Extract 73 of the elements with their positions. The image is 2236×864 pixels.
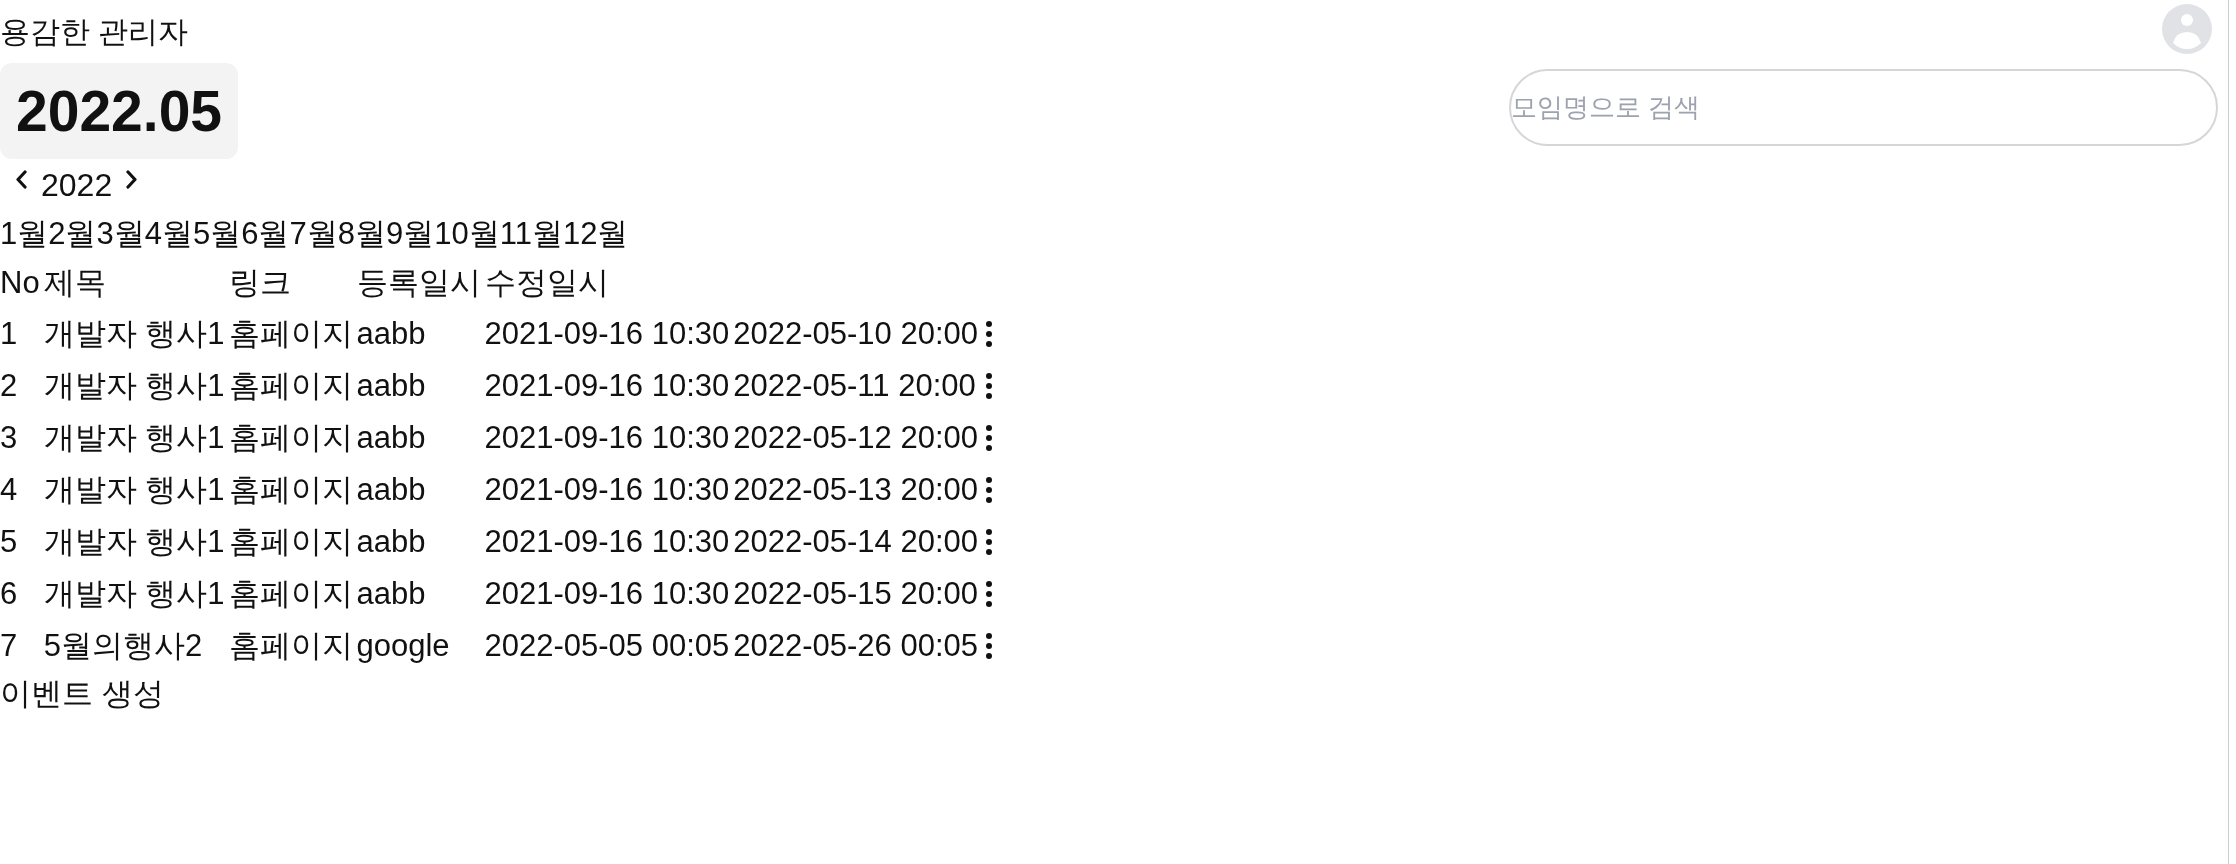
- table-cell-text: 2022-05-13 20:00: [733, 471, 979, 509]
- table-cell-text: 개발자 행사1: [43, 419, 225, 457]
- month-tab[interactable]: 8월: [337, 214, 386, 254]
- table-cell-text: 홈페이지: [228, 367, 353, 405]
- table-cell-text: 2022-05-12 20:00: [733, 419, 979, 457]
- table-cell-text: 5월의행사2: [43, 627, 203, 665]
- more-options-icon[interactable]: [986, 477, 993, 503]
- table-cell-text: 개발자 행사1: [43, 315, 225, 353]
- table-cell-text: 2022-05-11 20:00: [733, 367, 976, 405]
- table-cell-text: aabb: [356, 419, 426, 457]
- table-cell-text: 2022-05-05 00:05: [484, 627, 730, 665]
- month-tab[interactable]: 3월: [96, 214, 145, 254]
- table-cell-text: 홈페이지: [228, 471, 353, 509]
- column-header: No: [0, 263, 40, 302]
- table-cell-text: 6: [0, 575, 18, 613]
- month-tab[interactable]: 6월: [241, 214, 290, 254]
- table-cell-text: 2021-09-16 10:30: [484, 367, 730, 405]
- admin-name: 용감한 관리자: [0, 14, 189, 50]
- table-cell-text: 홈페이지: [228, 523, 353, 561]
- month-tab[interactable]: 11월: [499, 214, 563, 254]
- month-tab[interactable]: 5월: [193, 214, 242, 254]
- table-cell-text: 홈페이지: [228, 627, 353, 665]
- table-cell-text: 2022-05-10 20:00: [733, 315, 979, 353]
- chevron-right-icon[interactable]: [125, 170, 140, 189]
- more-options-icon[interactable]: [986, 529, 993, 555]
- table-cell-text: aabb: [356, 575, 426, 613]
- more-options-icon[interactable]: [986, 633, 993, 659]
- table-cell-text: 개발자 행사1: [43, 471, 225, 509]
- table-cell-text: 2021-09-16 10:30: [484, 575, 730, 613]
- table-cell-text: 4: [0, 471, 18, 509]
- table-cell-text: 개발자 행사1: [43, 367, 225, 405]
- month-tab[interactable]: 4월: [144, 214, 193, 254]
- month-tab[interactable]: 12월: [562, 214, 629, 254]
- table-cell-text: aabb: [356, 523, 426, 561]
- year-label: 2022: [41, 166, 113, 205]
- column-header: 제목: [43, 263, 106, 302]
- table-cell-text: 7: [0, 627, 18, 665]
- month-tab[interactable]: 7월: [289, 214, 338, 254]
- more-options-icon[interactable]: [986, 373, 993, 399]
- month-tab[interactable]: 2월: [48, 214, 97, 254]
- table-cell-text: 개발자 행사1: [43, 523, 225, 561]
- table-cell-text: 5: [0, 523, 18, 561]
- more-options-icon[interactable]: [986, 581, 993, 607]
- table-cell-text: 3: [0, 419, 18, 457]
- table-cell-text: 2021-09-16 10:30: [484, 315, 730, 353]
- month-tab[interactable]: 1월: [0, 214, 49, 254]
- table-cell-text: 2: [0, 367, 18, 405]
- table-cell-text: 2021-09-16 10:30: [484, 523, 730, 561]
- search-field[interactable]: 모임명으로 검색: [1509, 69, 2218, 146]
- more-options-icon[interactable]: [986, 321, 993, 347]
- create-event-button[interactable]: 이벤트 생성: [0, 674, 164, 714]
- table-cell-text: 2022-05-15 20:00: [733, 575, 979, 613]
- table-cell-text: aabb: [356, 471, 426, 509]
- column-header: 수정일시: [484, 263, 609, 302]
- column-header: 등록일시: [356, 263, 481, 302]
- table-cell-text: 2022-05-26 00:05: [733, 627, 979, 665]
- table-cell-text: 1: [0, 315, 18, 353]
- table-cell-text: aabb: [356, 315, 426, 353]
- table-cell-text: google: [356, 627, 450, 665]
- month-tab[interactable]: 9월: [386, 214, 435, 254]
- table-cell-text: aabb: [356, 367, 426, 405]
- table-cell-text: 2021-09-16 10:30: [484, 471, 730, 509]
- table-cell-text: 개발자 행사1: [43, 575, 225, 613]
- month-tab[interactable]: 10월: [434, 214, 500, 254]
- chevron-left-icon[interactable]: [14, 170, 28, 189]
- table-cell-text: 홈페이지: [228, 575, 353, 613]
- column-header: 링크: [228, 263, 291, 302]
- table-cell-text: 홈페이지: [228, 419, 353, 457]
- table-cell-text: 2021-09-16 10:30: [484, 419, 730, 457]
- more-options-icon[interactable]: [986, 425, 993, 451]
- current-month-label: 2022.05: [0, 63, 239, 159]
- table-cell-text: 홈페이지: [228, 315, 353, 353]
- table-cell-text: 2022-05-14 20:00: [733, 523, 979, 561]
